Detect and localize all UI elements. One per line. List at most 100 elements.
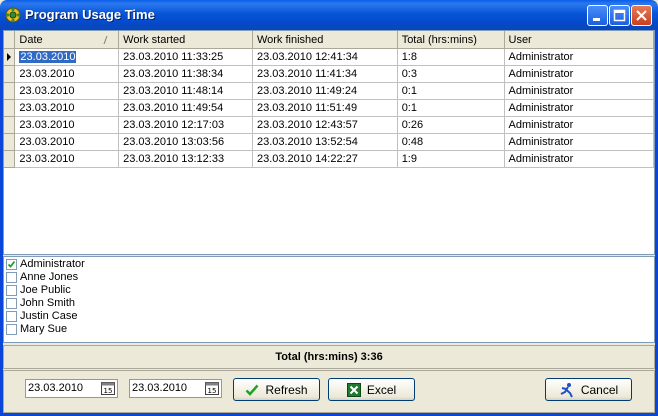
- table-row[interactable]: 23.03.2010 23.03.2010 11:48:14 23.03.201…: [4, 82, 654, 100]
- minimize-button[interactable]: [587, 5, 608, 26]
- user-item-anne-jones[interactable]: Anne Jones: [4, 271, 654, 284]
- user-item-justin-case[interactable]: Justin Case: [4, 310, 654, 323]
- user-checkbox[interactable]: [6, 259, 17, 270]
- cell-total[interactable]: 0:26: [397, 116, 505, 134]
- table-row[interactable]: 23.03.2010 23.03.2010 12:17:03 23.03.201…: [4, 116, 654, 134]
- cell-date[interactable]: 23.03.2010: [14, 150, 120, 168]
- cell-work-started[interactable]: 23.03.2010 13:12:33: [118, 150, 253, 168]
- row-indicator: [4, 48, 16, 66]
- cell-total[interactable]: 0:3: [397, 65, 505, 83]
- cell-date[interactable]: 23.03.2010: [14, 116, 120, 134]
- user-checkbox[interactable]: [6, 298, 17, 309]
- cell-work-finished[interactable]: 23.03.2010 14:22:27: [252, 150, 398, 168]
- svg-text:15: 15: [208, 387, 217, 395]
- cell-work-started[interactable]: 23.03.2010 11:48:14: [118, 82, 253, 100]
- checkmark-icon: [246, 384, 259, 396]
- user-label: Anne Jones: [20, 271, 79, 283]
- cell-user[interactable]: Administrator: [504, 48, 654, 66]
- cell-user[interactable]: Administrator: [504, 150, 654, 168]
- user-checkbox[interactable]: [6, 285, 17, 296]
- cell-work-finished[interactable]: 23.03.2010 11:41:34: [252, 65, 398, 83]
- table-row[interactable]: 23.03.2010 23.03.2010 13:12:33 23.03.201…: [4, 150, 654, 168]
- user-label: Administrator: [20, 258, 85, 270]
- cell-user[interactable]: Administrator: [504, 133, 654, 151]
- table-row[interactable]: 23.03.2010 23.03.2010 11:49:54 23.03.201…: [4, 99, 654, 117]
- user-item-john-smith[interactable]: John Smith: [4, 297, 654, 310]
- checkmark-icon: [7, 260, 16, 268]
- date-from-picker[interactable]: 23.03.2010 15: [25, 379, 118, 398]
- column-header-date[interactable]: Date: [14, 31, 120, 49]
- cell-date[interactable]: 23.03.2010: [14, 82, 120, 100]
- cell-date[interactable]: 23.03.2010: [14, 99, 120, 117]
- minimize-icon: [593, 18, 600, 21]
- cancel-button[interactable]: Cancel: [545, 378, 632, 401]
- window-title: Program Usage Time: [25, 7, 155, 22]
- cell-work-finished[interactable]: 23.03.2010 11:49:24: [252, 82, 398, 100]
- cell-user[interactable]: Administrator: [504, 116, 654, 134]
- table-row[interactable]: 23.03.2010 23.03.2010 11:33:25 23.03.201…: [4, 48, 654, 66]
- refresh-button[interactable]: Refresh: [233, 378, 320, 401]
- cell-total[interactable]: 0:1: [397, 99, 505, 117]
- cell-work-started[interactable]: 23.03.2010 11:33:25: [118, 48, 253, 66]
- maximize-icon: [613, 9, 626, 22]
- table-header: Date Work started Work finished Total (h…: [4, 31, 654, 49]
- cell-work-started[interactable]: 23.03.2010 11:49:54: [118, 99, 253, 117]
- sort-ascending-icon: [103, 35, 108, 47]
- cell-total[interactable]: 0:48: [397, 133, 505, 151]
- calendar-icon[interactable]: 15: [204, 381, 220, 396]
- excel-button[interactable]: Excel: [328, 378, 415, 401]
- total-bar: Total (hrs:mins) 3:36: [3, 345, 655, 369]
- cell-work-started[interactable]: 23.03.2010 11:38:34: [118, 65, 253, 83]
- column-header-work-started[interactable]: Work started: [118, 31, 253, 49]
- row-indicator: [4, 150, 16, 168]
- cell-total[interactable]: 0:1: [397, 82, 505, 100]
- row-indicator: [4, 65, 16, 83]
- usage-grid[interactable]: Date Work started Work finished Total (h…: [3, 30, 655, 255]
- column-header-work-finished[interactable]: Work finished: [252, 31, 398, 49]
- table-row[interactable]: 23.03.2010 23.03.2010 13:03:56 23.03.201…: [4, 133, 654, 151]
- cell-work-started[interactable]: 23.03.2010 13:03:56: [118, 133, 253, 151]
- user-item-administrator[interactable]: Administrator: [4, 258, 654, 271]
- title-bar[interactable]: Program Usage Time: [0, 0, 658, 30]
- cell-work-started[interactable]: 23.03.2010 12:17:03: [118, 116, 253, 134]
- close-button[interactable]: [631, 5, 652, 26]
- cell-total[interactable]: 1:9: [397, 150, 505, 168]
- user-item-joe-public[interactable]: Joe Public: [4, 284, 654, 297]
- cell-date[interactable]: 23.03.2010: [14, 48, 120, 66]
- user-label: Mary Sue: [20, 323, 68, 335]
- cell-work-finished[interactable]: 23.03.2010 12:43:57: [252, 116, 398, 134]
- row-indicator: [4, 99, 16, 117]
- gear-icon: [5, 7, 21, 23]
- table-row[interactable]: 23.03.2010 23.03.2010 11:38:34 23.03.201…: [4, 65, 654, 83]
- user-label: Justin Case: [20, 310, 78, 322]
- total-label: Total (hrs:mins) 3:36: [275, 351, 383, 363]
- indicator-header: [4, 31, 16, 49]
- date-to-picker[interactable]: 23.03.2010 15: [129, 379, 222, 398]
- user-item-mary-sue[interactable]: Mary Sue: [4, 323, 654, 336]
- column-header-user[interactable]: User: [504, 31, 654, 49]
- cell-date[interactable]: 23.03.2010: [14, 65, 120, 83]
- cell-date[interactable]: 23.03.2010: [14, 133, 120, 151]
- calendar-icon[interactable]: 15: [100, 381, 116, 396]
- cell-total[interactable]: 1:8: [397, 48, 505, 66]
- cell-user[interactable]: Administrator: [504, 99, 654, 117]
- maximize-button[interactable]: [609, 5, 630, 26]
- column-header-total[interactable]: Total (hrs:mins): [397, 31, 505, 49]
- user-checklist[interactable]: Administrator Anne Jones Joe Public John…: [3, 256, 655, 343]
- user-label: Joe Public: [20, 284, 71, 296]
- user-checkbox[interactable]: [6, 311, 17, 322]
- cell-user[interactable]: Administrator: [504, 65, 654, 83]
- cancel-figure-icon: [560, 382, 573, 397]
- usage-table: Date Work started Work finished Total (h…: [4, 31, 654, 168]
- row-indicator: [4, 82, 16, 100]
- cell-work-finished[interactable]: 23.03.2010 11:51:49: [252, 99, 398, 117]
- cell-work-finished[interactable]: 23.03.2010 13:52:54: [252, 133, 398, 151]
- svg-text:15: 15: [104, 387, 113, 395]
- close-icon: [636, 10, 647, 21]
- user-checkbox[interactable]: [6, 272, 17, 283]
- excel-icon: [346, 382, 361, 397]
- cell-work-finished[interactable]: 23.03.2010 12:41:34: [252, 48, 398, 66]
- row-indicator: [4, 133, 16, 151]
- cell-user[interactable]: Administrator: [504, 82, 654, 100]
- user-checkbox[interactable]: [6, 324, 17, 335]
